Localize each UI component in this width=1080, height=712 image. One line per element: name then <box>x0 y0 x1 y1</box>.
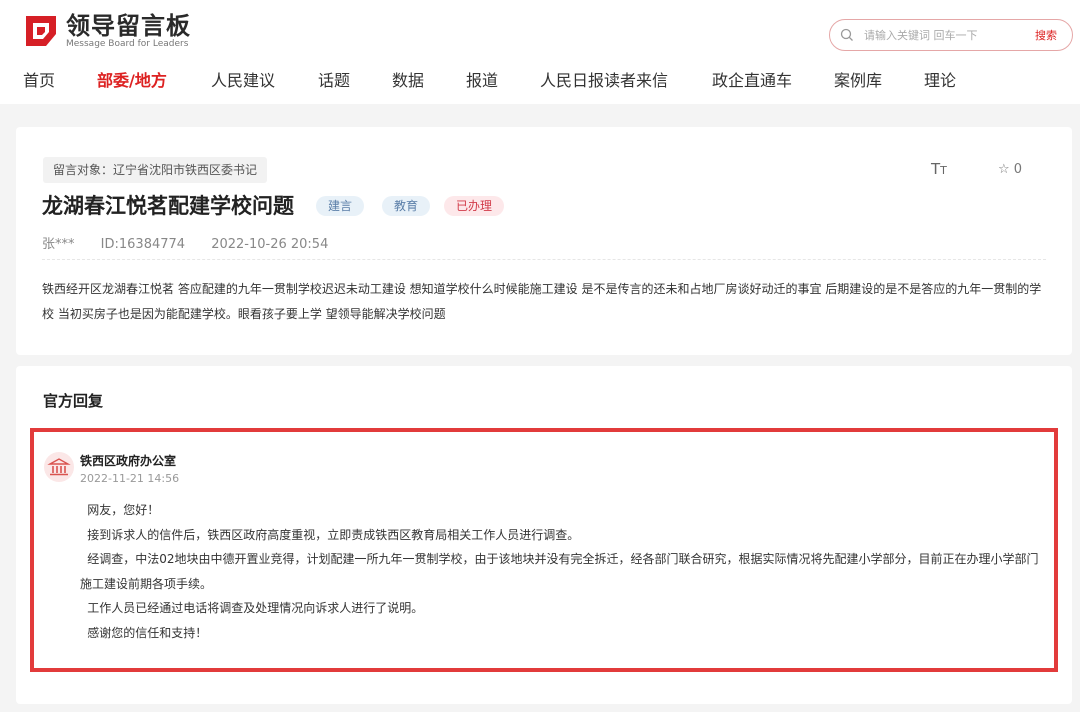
nav-item-topics[interactable]: 话题 <box>318 70 350 92</box>
favorite-count: 0 <box>1013 162 1023 177</box>
tag-education: 教育 <box>382 196 431 216</box>
search-button[interactable]: 搜索 <box>1035 27 1057 43</box>
official-reply-card: 官方回复 铁西区政府办公室 2022-11-21 14:56 网友，您好！ 接到… <box>16 366 1072 704</box>
search-icon <box>840 28 853 41</box>
message-datetime: 2022-10-26 20:54 <box>211 237 329 252</box>
tag-suggestion: 建言 <box>316 196 365 216</box>
main-nav: 首页 部委/地方 人民建议 话题 数据 报道 人民日报读者来信 政企直通车 案例… <box>0 64 1080 104</box>
government-building-icon <box>47 458 71 476</box>
reply-paragraph: 网友，您好！ <box>87 503 160 517</box>
site-logo[interactable]: 领导留言板 Message Board for Leaders <box>22 12 202 52</box>
star-icon: ☆ <box>998 162 1010 177</box>
logo-title: 领导留言板 <box>66 12 191 40</box>
search-input[interactable] <box>864 26 1014 44</box>
nav-item-theory[interactable]: 理论 <box>924 70 956 92</box>
message-title: 龙湖春江悦茗配建学校问题 <box>42 194 294 218</box>
nav-item-home[interactable]: 首页 <box>23 70 55 92</box>
search-box: 搜索 <box>829 19 1073 51</box>
status-badge: 已办理 <box>444 196 505 216</box>
meta-divider <box>42 259 1046 260</box>
message-target: 留言对象：辽宁省沈阳市铁西区委书记 <box>43 157 268 183</box>
message-author: 张*** <box>42 237 75 252</box>
reply-highlight-box: 铁西区政府办公室 2022-11-21 14:56 网友，您好！ 接到诉求人的信… <box>30 428 1058 672</box>
font-size-toggle[interactable]: TT <box>931 160 947 178</box>
reply-paragraph: 经调查，中法02地块由中德开置业竞得，计划配建一所九年一贯制学校，由于该地块并没… <box>80 552 1039 591</box>
nav-item-case-library[interactable]: 案例库 <box>834 70 882 92</box>
reply-heading: 官方回复 <box>43 392 104 410</box>
nav-item-ministries-local[interactable]: 部委/地方 <box>97 70 167 92</box>
nav-item-enterprise-express[interactable]: 政企直通车 <box>712 70 792 92</box>
reply-organization: 铁西区政府办公室 <box>80 454 177 468</box>
message-id: ID:16384774 <box>100 237 186 252</box>
nav-item-reports[interactable]: 报道 <box>466 70 498 92</box>
nav-item-readers-letters[interactable]: 人民日报读者来信 <box>540 70 668 92</box>
reply-paragraph: 接到诉求人的信件后，铁西区政府高度重视，立即责成铁西区教育局相关工作人员进行调查… <box>87 527 580 542</box>
logo-mark-icon <box>26 16 56 46</box>
avatar <box>44 452 74 482</box>
reply-paragraph: 感谢您的信任和支持！ <box>87 625 208 640</box>
message-meta: 张*** ID:16384774 2022-10-26 20:54 <box>42 233 350 252</box>
site-header: 领导留言板 Message Board for Leaders 搜索 首页 部委… <box>0 0 1080 104</box>
nav-item-data[interactable]: 数据 <box>392 70 424 92</box>
logo-subtitle: Message Board for Leaders <box>66 39 189 49</box>
reply-paragraph: 工作人员已经通过电话将调查及处理情况向诉求人进行了说明。 <box>87 601 424 616</box>
reply-body: 网友，您好！ 接到诉求人的信件后，铁西区政府高度重视，立即责成铁西区教育局相关工… <box>80 498 1050 646</box>
nav-item-public-suggestions[interactable]: 人民建议 <box>211 70 275 92</box>
message-content: 铁西经开区龙湖春江悦茗 答应配建的九年一贯制学校迟迟未动工建设 想知道学校什么时… <box>42 282 1042 321</box>
message-card: 留言对象：辽宁省沈阳市铁西区委书记 TT ☆ 0 龙湖春江悦茗配建学校问题 建言… <box>16 127 1072 355</box>
reply-date: 2022-11-21 14:56 <box>80 472 180 485</box>
favorite-button[interactable]: ☆ 0 <box>998 162 1022 177</box>
